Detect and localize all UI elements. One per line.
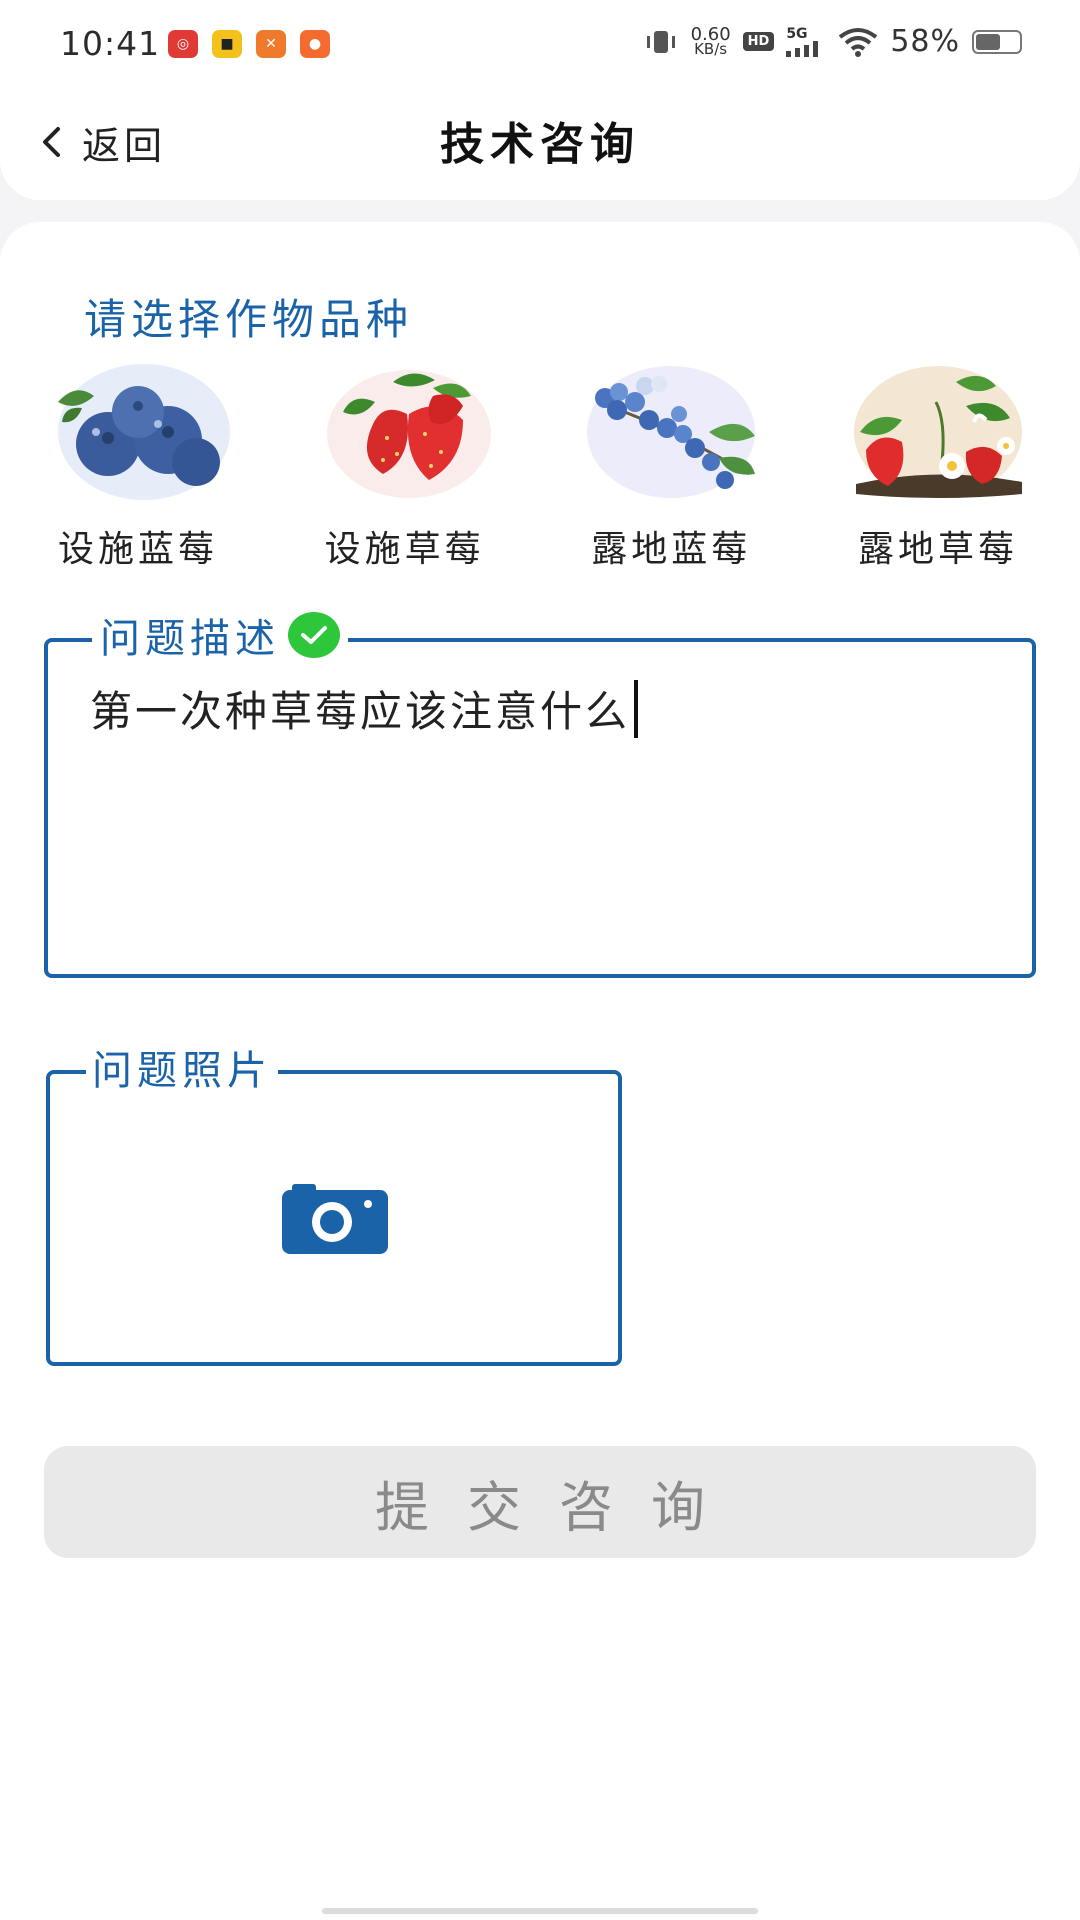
crop-label: 露地蓝莓 xyxy=(591,529,752,570)
game-app-icon: ● xyxy=(300,30,330,58)
status-bar: 10:41 ◎ ■ ✕ ● 0.60 KB/s HD 5G 58% xyxy=(0,0,1080,90)
cellular-signal: 5G xyxy=(786,27,826,57)
netease-music-icon: ◎ xyxy=(168,30,198,58)
battery-icon xyxy=(972,29,1022,54)
crop-section-title: 请选择作物品种 xyxy=(84,295,414,344)
battery-fill xyxy=(976,33,1000,50)
description-label: 问题描述 xyxy=(100,616,280,662)
status-indicators: 0.60 KB/s HD 5G 58% xyxy=(643,24,1022,59)
strawberry-image xyxy=(326,370,491,498)
blueberry-branch-image xyxy=(587,366,756,498)
description-value: 第一次种草莓应该注意什么 xyxy=(90,687,631,736)
blueberry-image xyxy=(58,364,230,500)
home-indicator xyxy=(322,1908,758,1914)
crop-item-outdoor-strawberry[interactable]: 露地草莓 xyxy=(838,362,1038,572)
photo-field: 问题照片 xyxy=(46,1038,622,1366)
notification-app-icons: ◎ ■ ✕ ● xyxy=(168,30,330,58)
network-speed: 0.60 KB/s xyxy=(691,25,731,58)
signal-bars-icon xyxy=(786,40,819,57)
app-header: 返回 技术咨询 xyxy=(0,90,1080,200)
camera-icon[interactable] xyxy=(282,1184,388,1254)
consultation-form: 请选择作物品种 设施蓝莓 设施草莓 露地蓝莓 露地草莓 问题描述 第一次种草莓应… xyxy=(0,222,1080,1920)
crop-label: 设施蓝莓 xyxy=(57,529,218,570)
crop-label: 设施草莓 xyxy=(324,529,485,570)
crop-item-greenhouse-blueberry[interactable]: 设施蓝莓 xyxy=(38,362,238,572)
page-title: 技术咨询 xyxy=(440,119,640,170)
crop-label: 露地草莓 xyxy=(857,529,1018,570)
description-legend: 问题描述 xyxy=(92,606,348,664)
description-input[interactable]: 第一次种草莓应该注意什么 xyxy=(90,678,639,739)
battery-percent: 58% xyxy=(890,24,960,59)
vibrate-icon xyxy=(646,30,675,53)
crop-list: 设施蓝莓 设施草莓 露地蓝莓 露地草莓 xyxy=(38,362,1038,572)
status-time: 10:41 xyxy=(60,24,161,63)
description-field[interactable]: 问题描述 第一次种草莓应该注意什么 xyxy=(44,606,1036,978)
submit-button[interactable]: 提交咨询 xyxy=(44,1446,1036,1558)
orange-app-icon: ✕ xyxy=(256,30,286,58)
crop-item-outdoor-blueberry[interactable]: 露地蓝莓 xyxy=(571,362,771,572)
taxi-app-icon: ■ xyxy=(212,30,242,58)
network-type-label: 5G xyxy=(786,25,808,42)
check-icon xyxy=(288,612,340,658)
crop-item-greenhouse-strawberry[interactable]: 设施草莓 xyxy=(305,362,505,572)
hd-badge: HD xyxy=(742,32,775,51)
photo-label: 问题照片 xyxy=(86,1038,278,1096)
text-cursor xyxy=(634,679,639,738)
network-speed-unit: KB/s xyxy=(694,39,728,58)
strawberry-plant-image xyxy=(853,366,1022,498)
wifi-icon xyxy=(839,27,878,57)
